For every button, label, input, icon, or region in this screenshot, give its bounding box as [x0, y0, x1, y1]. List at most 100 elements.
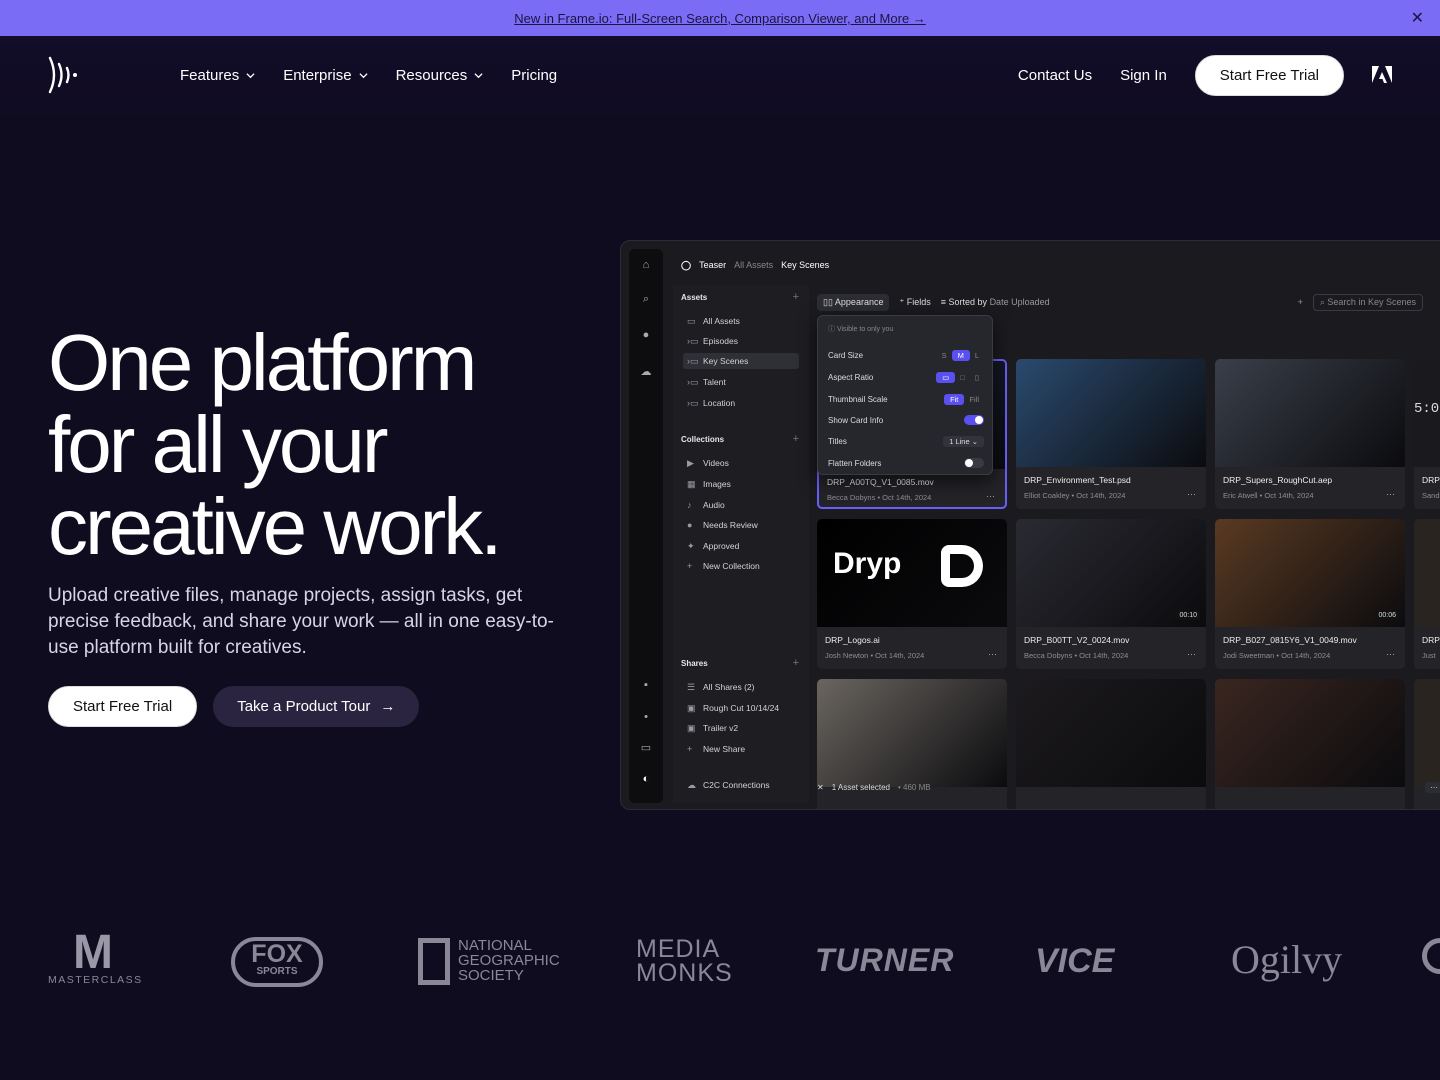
media-monks-line-2: MONKS — [636, 959, 733, 987]
flatten-folders-toggle[interactable] — [964, 458, 984, 468]
sort-button[interactable]: ≡ Sorted by Date Uploaded — [941, 297, 1050, 307]
frameio-logo-icon[interactable] — [46, 56, 80, 94]
sidebar-item-approved[interactable]: ✦ Approved — [687, 538, 799, 554]
breadcrumb-project[interactable]: Teaser — [699, 260, 726, 270]
plus-icon[interactable]: + — [793, 657, 799, 669]
home-icon[interactable]: ⌂ — [639, 259, 653, 273]
sidebar-item-episodes[interactable]: ›▭ Episodes — [687, 333, 799, 349]
sidebar-item-label: Trailer v2 — [703, 723, 739, 733]
asset-card[interactable]: DRP_Environment_Test.psd Elliot Coakley •… — [1016, 359, 1206, 509]
sidebar-item-key-scenes[interactable]: ›▭ Key Scenes — [683, 353, 799, 369]
upload-icon[interactable]: ☁ — [639, 365, 653, 379]
more-options-icon[interactable]: ··· — [1386, 649, 1395, 659]
appearance-label: Appearance — [834, 296, 884, 307]
add-icon[interactable]: + — [1298, 297, 1303, 307]
nav-features[interactable]: Features — [180, 67, 255, 84]
aspect-ratio-row: Aspect Ratio ▭ □ ▯ — [828, 370, 984, 384]
nav-start-trial-button[interactable]: Start Free Trial — [1194, 54, 1344, 96]
partial-thumb-text: 5:0 — [1414, 401, 1440, 417]
asset-card[interactable]: Dryp DRP_Logos.ai Josh Newton • Oct 14th, … — [817, 519, 1007, 669]
sidebar-item-new-share[interactable]: + New Share — [687, 741, 799, 757]
sidebar-item-trailer[interactable]: ▣ Trailer v2 — [687, 720, 799, 736]
hero-actions: Start Free Trial Take a Product Tour → — [48, 686, 420, 727]
hero-start-trial-button[interactable]: Start Free Trial — [48, 686, 198, 727]
asset-card-partial[interactable]: DRP Just — [1414, 519, 1440, 669]
search-input[interactable]: ⌕ Search in Key Scenes — [1312, 293, 1423, 311]
arrow-right-icon: → — [380, 698, 396, 715]
asset-card[interactable]: DRP_Supers_RoughCut.aep Eric Atwell • Oct… — [1215, 359, 1405, 509]
cloud-icon: ☁ — [687, 779, 696, 790]
folder-icon: ›▭ — [687, 397, 699, 408]
fit-option[interactable]: Fit — [944, 393, 965, 405]
size-m-option[interactable]: M — [951, 349, 970, 361]
sidebar-item-talent[interactable]: ›▭ Talent — [687, 374, 799, 390]
sidebar-item-images[interactable]: ▦ Images — [687, 476, 799, 492]
breadcrumb-root[interactable]: All Assets — [734, 260, 773, 270]
sidebar-item-rough-cut[interactable]: ▣ Rough Cut 10/14/24 — [687, 700, 799, 716]
fields-button[interactable]: ⁺ Fields — [899, 297, 930, 308]
nav-pricing-label: Pricing — [511, 66, 558, 84]
show-card-info-row: Show Card Info — [828, 413, 984, 427]
breadcrumb-current[interactable]: Key Scenes — [781, 260, 829, 270]
sidebar-item-all-shares[interactable]: ☰ All Shares (2) — [687, 679, 799, 695]
plus-icon[interactable]: + — [793, 291, 799, 303]
product-tour-button[interactable]: Take a Product Tour → — [213, 686, 420, 727]
more-options-icon[interactable]: ··· — [1187, 489, 1196, 499]
size-s-option[interactable]: S — [937, 350, 952, 361]
plus-icon[interactable]: + — [793, 433, 799, 445]
nav-enterprise[interactable]: Enterprise — [283, 66, 368, 84]
asset-meta: Elliot Coakley • Oct 14th, 2024 — [1024, 491, 1126, 500]
sidebar-item-new-collection[interactable]: + New Collection — [687, 558, 799, 574]
sidebar-item-all-assets[interactable]: ▭ All Assets — [687, 313, 799, 329]
size-l-option[interactable]: L — [970, 350, 984, 361]
show-card-info-label: Show Card Info — [828, 415, 884, 425]
fill-option[interactable]: Fill — [964, 394, 984, 405]
sidebar-item-label: Key Scenes — [703, 356, 749, 366]
asset-thumbnail — [817, 679, 1007, 787]
close-icon[interactable]: ✕ — [1411, 8, 1424, 28]
asset-card[interactable]: 00:06 DRP_B027_0815Y6_V1_0049.mov Jodi Swe… — [1215, 519, 1405, 669]
sidebar-item-audio[interactable]: ♪ Audio — [687, 497, 799, 513]
lightbulb-icon[interactable]: • — [639, 711, 653, 725]
appearance-button[interactable]: ▯▯ Appearance — [817, 293, 890, 311]
hero-title-line-2: for all your — [48, 400, 388, 489]
folder-icon: ▭ — [687, 315, 696, 326]
announcement-link[interactable]: New in Frame.io: Full-Screen Search, Com… — [514, 11, 926, 26]
hero-title-line-1: One platform — [48, 318, 477, 407]
landscape-icon[interactable]: ▭ — [936, 371, 956, 383]
project-icon: ◯ — [681, 259, 692, 270]
asset-thumbnail — [1016, 359, 1206, 467]
sidebar-item-needs-review[interactable]: ● Needs Review — [687, 517, 799, 533]
bell-icon[interactable]: ● — [639, 329, 653, 343]
asset-card-partial[interactable]: 5:0 DRP Sand — [1414, 359, 1440, 509]
sign-in-link[interactable]: Sign In — [1120, 67, 1167, 84]
sidebar-item-c2c[interactable]: ☁ C2C Connections — [687, 777, 799, 793]
thumbnail-scale-label: Thumbnail Scale — [828, 394, 888, 404]
chat-icon[interactable]: ▪ — [639, 679, 653, 693]
portrait-icon[interactable]: ▯ — [970, 372, 984, 383]
more-options-icon[interactable]: ··· — [988, 649, 997, 659]
asset-meta: Becca Dobyns • Oct 14th, 2024 — [1024, 651, 1129, 660]
keyboard-icon[interactable]: ▭ — [639, 741, 653, 755]
more-options-icon[interactable]: ··· — [1187, 649, 1196, 659]
show-card-info-toggle[interactable] — [964, 415, 984, 425]
sidebar-item-location[interactable]: ›▭ Location — [687, 395, 799, 411]
contact-us-link[interactable]: Contact Us — [1018, 67, 1092, 84]
asset-card[interactable]: 00:10 DRP_B00TT_V2_0024.mov Becca Dobyns •… — [1016, 519, 1206, 669]
more-options-icon[interactable]: ··· — [1386, 489, 1395, 499]
asset-name: DRP_B00TT_V2_0024.mov — [1024, 635, 1130, 645]
square-icon[interactable]: □ — [955, 372, 970, 383]
more-options-icon[interactable]: ··· — [986, 491, 995, 501]
nav-enterprise-label: Enterprise — [283, 66, 352, 84]
nav-resources[interactable]: Resources — [396, 67, 484, 84]
account-icon[interactable]: ◐ — [639, 773, 653, 787]
share-icon: ▣ — [687, 722, 696, 733]
close-icon[interactable]: ✕ — [817, 783, 824, 792]
titles-select[interactable]: 1 Line ⌄ — [943, 435, 984, 447]
more-options-icon[interactable]: ··· — [1425, 781, 1440, 793]
search-icon[interactable]: ⌕ — [639, 293, 653, 307]
thumbnail-scale-row: Thumbnail Scale Fit Fill — [828, 392, 984, 406]
nav-pricing[interactable]: Pricing — [511, 67, 557, 84]
adobe-logo-icon[interactable] — [1372, 66, 1392, 84]
sidebar-item-videos[interactable]: ▶ Videos — [687, 455, 799, 471]
